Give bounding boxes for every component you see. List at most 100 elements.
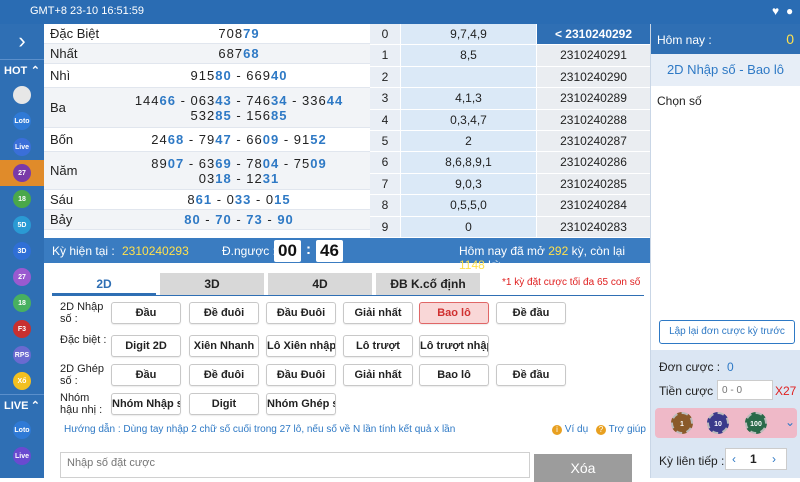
chip-10[interactable]: 10 [707, 412, 729, 434]
countdown-label: Đ.ngược : [222, 244, 276, 258]
hot-section-header[interactable]: HOT ⌃ [0, 60, 44, 82]
period-id[interactable]: 2310240283 [536, 216, 650, 237]
5d-icon[interactable]: 5D [0, 212, 44, 238]
tail-digit: 0 [370, 24, 400, 45]
18-icon-2[interactable]: 18 [0, 290, 44, 316]
right-panel: Hôm nay : 0 2D Nhập số - Bao lô Chọn số … [650, 24, 800, 478]
bet-amount-input[interactable] [717, 380, 773, 400]
expand-nav-icon[interactable]: › [0, 24, 44, 60]
bet-number-input[interactable] [61, 453, 529, 473]
period-id[interactable]: 2310240284 [536, 195, 650, 216]
example-link[interactable]: i Ví dụ [552, 424, 588, 435]
bet-count: 0 [727, 360, 734, 374]
bet-type-button[interactable]: Nhóm Nhập số [111, 393, 181, 415]
result-row: Ba 14466 - 06343 - 74634 - 33644 53285 - 1… [44, 88, 370, 128]
bet-type-button[interactable]: Đầu [111, 302, 181, 324]
repeat-last-bet-button[interactable]: Lập lại đơn cược kỳ trước [659, 320, 795, 344]
loto-icon[interactable]: Loto [0, 108, 44, 134]
bet-type-button[interactable]: Đầu Đuôi [266, 302, 336, 324]
user-icon[interactable]: ● [786, 4, 793, 18]
result-row: Nhất 68768 [44, 44, 370, 64]
tail-row: 5 2 2310240287 [370, 130, 650, 153]
help-icon: ? [596, 425, 606, 435]
period-id[interactable]: < 2310240292 [536, 24, 650, 45]
bet-type-button[interactable]: Bao lô [419, 302, 489, 324]
server-clock: GMT+8 23-10 16:51:59 [30, 5, 145, 17]
chevron-down-icon[interactable]: ⌄ [785, 415, 795, 429]
bet-type-button[interactable]: Giải nhất [343, 302, 413, 324]
period-id[interactable]: 2310240291 [536, 45, 650, 66]
27-icon[interactable]: 27 [0, 160, 44, 186]
bet-type-button[interactable]: Đầu Đuôi [266, 364, 336, 386]
group-label: 2D Ghép số : [60, 363, 105, 387]
chip-tray: 1 10 100 ⌄ [655, 408, 797, 438]
tail-digit: 2 [370, 66, 400, 88]
lotto-balls-icon[interactable] [0, 82, 44, 108]
bet-type-button[interactable]: Lô trượt [343, 335, 413, 357]
bet-type-button[interactable]: Lô Xiên nhập số [266, 335, 336, 357]
tail-digit: 1 [370, 45, 400, 66]
result-row: Bốn 2468 - 7947 - 6609 - 9152 [44, 128, 370, 152]
tail-values: 9,7,4,9 [400, 24, 536, 45]
live-icon[interactable]: Live [0, 134, 44, 160]
tail-row: 6 8,6,8,9,1 2310240286 [370, 152, 650, 174]
group-label: 2D Nhập số : [60, 301, 104, 325]
prize-label: Đặc Biệt [50, 26, 100, 41]
tail-row: 9 0 2310240283 [370, 216, 650, 238]
consecutive-stepper[interactable]: ‹ 1 › [725, 448, 787, 470]
bet-type-button[interactable]: Nhóm Ghép số [266, 393, 336, 415]
live-section-header[interactable]: LIVE ⌃ [0, 394, 44, 416]
chip-100[interactable]: 100 [745, 412, 767, 434]
period-id[interactable]: 2310240285 [536, 173, 650, 195]
tail-digit: 6 [370, 152, 400, 173]
tab-3d[interactable]: 3D [160, 273, 264, 295]
tail-digit: 8 [370, 195, 400, 216]
bet-summary: Đơn cược : 0 Tiền cược : X27 1 10 100 ⌄ … [651, 350, 800, 478]
notification-icon[interactable]: ♥ [772, 4, 779, 18]
tail-digit: 9 [370, 216, 400, 237]
bet-type-button[interactable]: Đề đuôi [189, 364, 259, 386]
27-icon-2[interactable]: 27 [0, 264, 44, 290]
period-id[interactable]: 2310240287 [536, 130, 650, 152]
tab-4d[interactable]: 4D [268, 273, 372, 295]
bet-type-button[interactable]: Đề đầu [496, 302, 566, 324]
chip-1[interactable]: 1 [671, 412, 693, 434]
loto-live-icon[interactable]: Loto [0, 417, 44, 443]
help-link[interactable]: ? Trợ giúp [596, 424, 646, 435]
period-id[interactable]: 2310240290 [536, 66, 650, 88]
bet-type-button[interactable]: Đề đuôi [189, 302, 259, 324]
bet-type-button[interactable]: Đầu [111, 364, 181, 386]
bet-type-button[interactable]: Bao lô [419, 364, 489, 386]
tab-2d[interactable]: 2D [52, 273, 156, 295]
tab-db-fixed[interactable]: ĐB K.cố định [376, 273, 480, 295]
today-summary: Hôm nay : 0 [651, 24, 800, 54]
tail-row: 7 9,0,3 2310240285 [370, 173, 650, 196]
rps-icon[interactable]: RPS [0, 342, 44, 368]
period-id[interactable]: 2310240289 [536, 88, 650, 109]
result-row: Bảy 80 - 70 - 73 - 90 [44, 210, 370, 230]
f3-icon[interactable]: F3 [0, 316, 44, 342]
decrement-icon[interactable]: ‹ [732, 452, 736, 466]
result-row: Năm 8907 - 6369 - 7804 - 7509 0318 - 1231 [44, 152, 370, 190]
bet-type-button[interactable]: Digit 2D [111, 335, 181, 357]
live-live-icon[interactable]: Live [0, 443, 44, 469]
increment-icon[interactable]: › [772, 452, 776, 466]
bet-type-button[interactable]: Digit [189, 393, 259, 415]
tail-row: 2 2310240290 [370, 66, 650, 89]
bet-type-button[interactable]: Lô trượt nhập số [419, 335, 489, 357]
bet-type-button[interactable]: Đề đầu [496, 364, 566, 386]
tail-values: 9,0,3 [400, 173, 536, 195]
current-period-label: Kỳ hiện tại : [52, 244, 115, 258]
3d-icon[interactable]: 3D [0, 238, 44, 264]
countdown-seconds: 46 [316, 240, 343, 262]
bet-type-button[interactable]: Giải nhất [343, 364, 413, 386]
result-row: Nhì 91580 - 66940 [44, 64, 370, 88]
bet-type-button[interactable]: Xiên Nhanh [189, 335, 259, 357]
period-id[interactable]: 2310240288 [536, 109, 650, 130]
period-id[interactable]: 2310240286 [536, 152, 650, 173]
prize-label: Ba [50, 100, 66, 115]
18-icon[interactable]: 18 [0, 186, 44, 212]
prize-label: Nhất [50, 46, 78, 61]
xoso-icon[interactable]: Xổ [0, 368, 44, 394]
group-label: Đặc biệt : [60, 334, 107, 346]
